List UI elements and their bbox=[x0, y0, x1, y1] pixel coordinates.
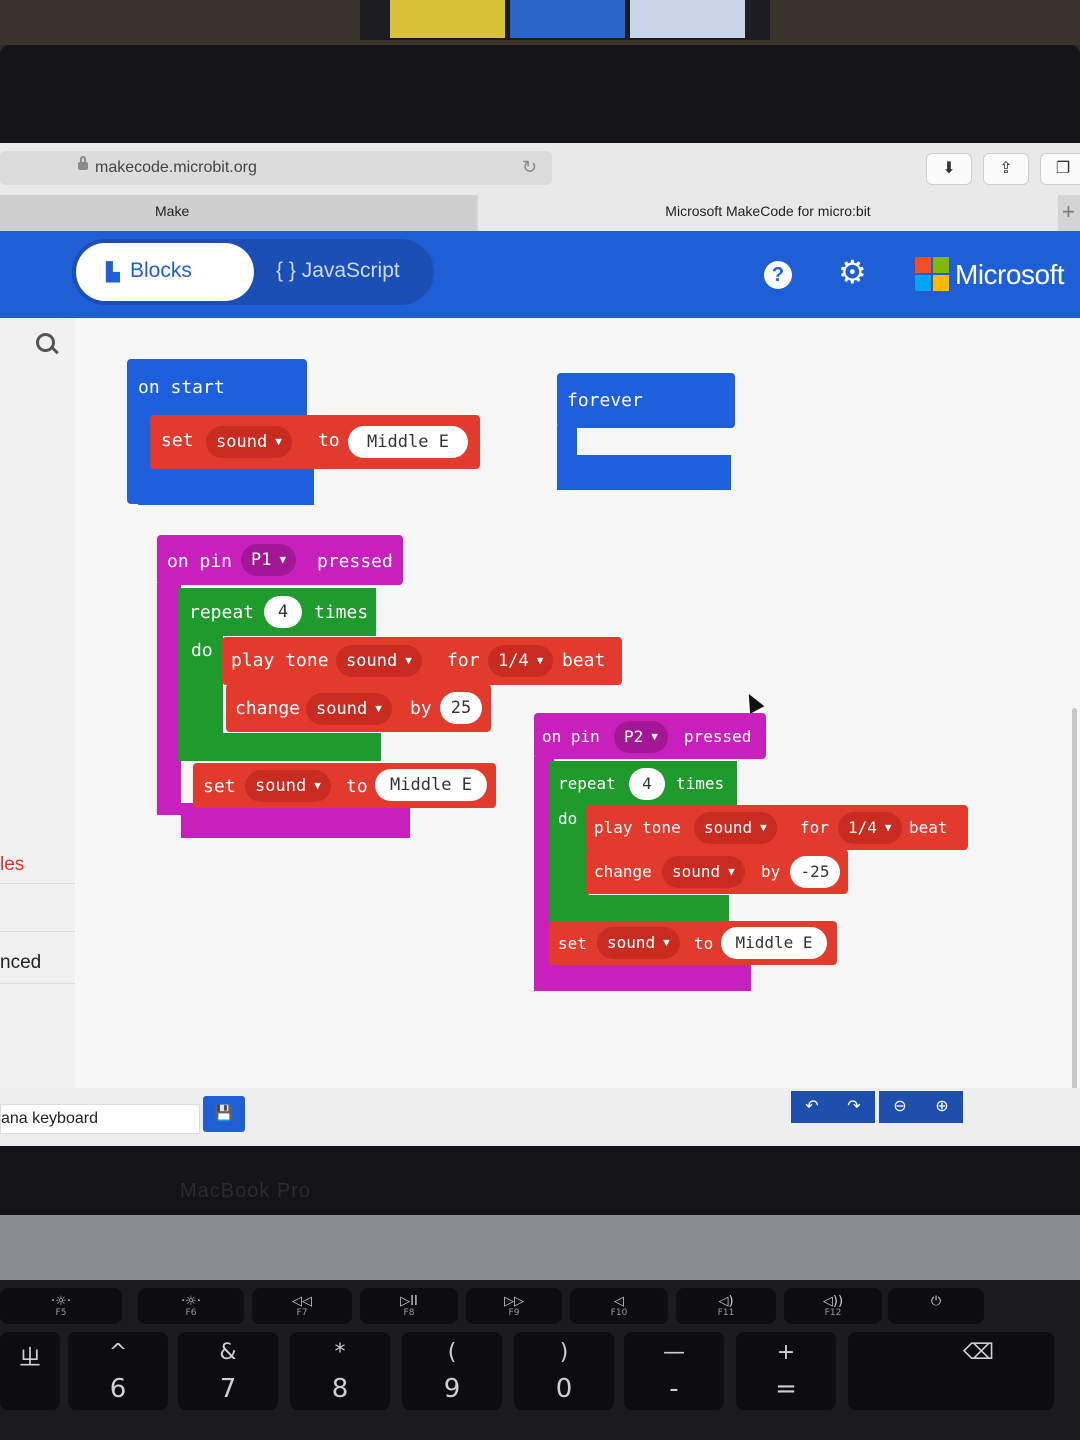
key-minus[interactable]: — - bbox=[624, 1332, 724, 1410]
blocks-toggle-button[interactable]: ▙ Blocks bbox=[76, 243, 254, 301]
set-value-pill[interactable]: Middle E bbox=[721, 927, 827, 959]
toolbox-item-advanced[interactable]: nced bbox=[0, 952, 41, 974]
bezel-brand-label: MacBook Pro bbox=[180, 1180, 312, 1202]
javascript-toggle-button[interactable]: { } JavaScript bbox=[276, 259, 400, 283]
change-sound-block-p2[interactable]: change sound ▼ by -25 bbox=[586, 849, 848, 894]
reload-icon[interactable]: ↻ bbox=[522, 157, 537, 178]
play-tone-block[interactable]: play tone sound ▼ for 1/4 ▼ beat bbox=[222, 637, 622, 685]
play-tone-block-p2[interactable]: play tone sound ▼ for 1/4 ▼ beat bbox=[586, 805, 968, 850]
lock-icon bbox=[78, 156, 88, 170]
set-sound-block-p1[interactable]: set sound ▼ to Middle E bbox=[193, 763, 496, 808]
project-name-input[interactable]: ana keyboard bbox=[0, 1104, 200, 1134]
repeat-block[interactable]: repeat 4 times bbox=[178, 588, 376, 636]
set-value-pill[interactable]: Middle E bbox=[375, 769, 487, 801]
tab-make[interactable]: Make bbox=[0, 195, 476, 231]
share-icon[interactable]: ⇪ bbox=[983, 153, 1029, 185]
tab-makecode[interactable]: Microsoft MakeCode for micro:bit bbox=[478, 195, 1058, 231]
address-bar[interactable]: makecode.microbit.org ↻ bbox=[0, 151, 552, 185]
key-power[interactable]: ⏻ bbox=[888, 1288, 984, 1324]
key-7[interactable]: & 7 bbox=[178, 1332, 278, 1410]
key-f5[interactable]: ·☼· F5 bbox=[0, 1288, 122, 1324]
repeat-footer bbox=[178, 733, 381, 761]
repeat-block-p2[interactable]: repeat 4 times bbox=[549, 761, 737, 807]
tone-dropdown[interactable]: sound ▼ bbox=[694, 812, 777, 844]
help-icon[interactable]: ? bbox=[764, 261, 792, 289]
key-f7[interactable]: ◁◁ F7 bbox=[252, 1288, 352, 1324]
key-0[interactable]: ) 0 bbox=[514, 1332, 614, 1410]
screen: makecode.microbit.org ↻ ⬇ ⇪ ❐ Make Micro… bbox=[0, 143, 1080, 1146]
gear-icon[interactable]: ⚙ bbox=[838, 256, 867, 288]
new-tab-icon[interactable]: + bbox=[1062, 199, 1075, 225]
redo-icon[interactable]: ↷ bbox=[833, 1091, 875, 1123]
tone-dropdown[interactable]: sound ▼ bbox=[336, 645, 422, 677]
key-f11[interactable]: ◁) F11 bbox=[676, 1288, 776, 1324]
vertical-scrollbar[interactable] bbox=[1072, 708, 1077, 1108]
note-value-pill[interactable]: Middle E bbox=[348, 426, 468, 458]
search-icon[interactable] bbox=[36, 333, 55, 352]
change-amount-pill[interactable]: 25 bbox=[440, 692, 482, 724]
puzzle-icon: ▙ bbox=[106, 262, 120, 282]
key-delete[interactable]: ⌫ bbox=[848, 1332, 1054, 1410]
pin-p1-footer bbox=[181, 803, 410, 838]
browser-toolbar: makecode.microbit.org ↻ ⬇ ⇪ ❐ bbox=[0, 143, 1080, 195]
save-icon[interactable]: 💾 bbox=[203, 1096, 245, 1132]
key-equals[interactable]: + = bbox=[736, 1332, 836, 1410]
repeat-count-pill[interactable]: 4 bbox=[264, 596, 302, 628]
change-amount-pill[interactable]: -25 bbox=[790, 856, 840, 888]
key-f8[interactable]: ▷II F8 bbox=[360, 1288, 458, 1324]
change-sound-block[interactable]: change sound ▼ by 25 bbox=[226, 684, 491, 732]
repeat-count-pill[interactable]: 4 bbox=[629, 768, 665, 800]
set-variable-dropdown[interactable]: sound ▼ bbox=[597, 927, 680, 959]
toolbox: les nced bbox=[0, 318, 118, 1146]
key-f9[interactable]: ▷▷ F9 bbox=[466, 1288, 562, 1324]
background-tv bbox=[360, 0, 770, 40]
set-sound-block[interactable]: set sound ▼ to Middle E bbox=[150, 415, 480, 469]
download-icon[interactable]: ⬇ bbox=[926, 153, 972, 185]
on-pin-p2-block[interactable]: on pin P2 ▼ pressed bbox=[534, 713, 766, 759]
url-text: makecode.microbit.org bbox=[95, 159, 257, 176]
pin-dropdown[interactable]: P1 ▼ bbox=[241, 544, 297, 576]
key-9[interactable]: (9 bbox=[402, 1332, 502, 1410]
zoom-out-icon[interactable]: ⊖ bbox=[879, 1091, 921, 1123]
tab-bar: Make Microsoft MakeCode for micro:bit + bbox=[0, 195, 1080, 231]
beat-dropdown[interactable]: 1/4 ▼ bbox=[488, 645, 554, 677]
change-variable-dropdown[interactable]: sound ▼ bbox=[662, 856, 745, 888]
forever-block[interactable]: forever bbox=[557, 373, 735, 428]
set-sound-block-p2[interactable]: set sound ▼ to Middle E bbox=[549, 921, 837, 965]
app-header: ▙ Blocks { } JavaScript ? ⚙ Microsoft bbox=[0, 231, 1080, 318]
zoom-in-icon[interactable]: ⊕ bbox=[921, 1091, 963, 1123]
set-variable-dropdown[interactable]: sound ▼ bbox=[245, 770, 331, 802]
key-6[interactable]: ^ 6 bbox=[68, 1332, 168, 1410]
keyboard: ·☼· F5 ·☼· F6 ◁◁ F7 ▷II F8 ▷▷ F9 ◁ F10 ◁) F11 ◁… bbox=[0, 1280, 1080, 1440]
key-f12[interactable]: ◁)) F12 bbox=[784, 1288, 882, 1324]
key-f10[interactable]: ◁ F10 bbox=[570, 1288, 668, 1324]
key-f6[interactable]: ·☼· F6 bbox=[138, 1288, 244, 1324]
microsoft-brand-text: Microsoft bbox=[955, 259, 1065, 290]
toolbox-item-variables[interactable]: les bbox=[0, 854, 24, 876]
undo-redo-group: ↶ ↷ bbox=[791, 1091, 875, 1123]
microsoft-logo-icon bbox=[915, 257, 949, 291]
repeat-footer-p2 bbox=[549, 895, 729, 921]
change-variable-dropdown[interactable]: sound ▼ bbox=[306, 693, 392, 725]
editor-bottom-bar: ana keyboard 💾 ↶ ↷ ⊖ ⊕ bbox=[0, 1088, 1080, 1146]
on-pin-p1-block[interactable]: on pin P1 ▼ pressed bbox=[157, 535, 403, 585]
forever-footer bbox=[557, 455, 731, 490]
key-8[interactable]: * 8 bbox=[290, 1332, 390, 1410]
zoom-group: ⊖ ⊕ bbox=[879, 1091, 963, 1123]
pin-dropdown[interactable]: P2 ▼ bbox=[614, 721, 668, 753]
undo-icon[interactable]: ↶ bbox=[791, 1091, 833, 1123]
tabs-overview-icon[interactable]: ❐ bbox=[1040, 153, 1080, 185]
key-zh[interactable]: ㄓ bbox=[0, 1332, 60, 1410]
beat-dropdown[interactable]: 1/4 ▼ bbox=[838, 812, 902, 844]
on-start-footer bbox=[138, 463, 314, 505]
variable-dropdown[interactable]: sound ▼ bbox=[206, 426, 292, 458]
editor-toggle: ▙ Blocks { } JavaScript bbox=[72, 239, 434, 305]
